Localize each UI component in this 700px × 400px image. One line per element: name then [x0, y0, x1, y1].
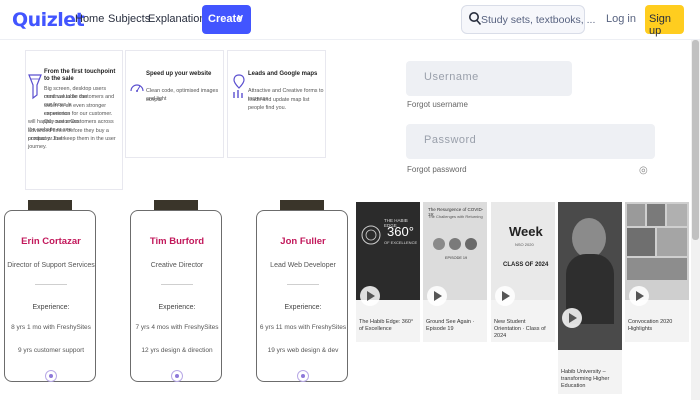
team-card: Tim Burford Creative Director Experience…	[130, 210, 222, 382]
divider	[161, 284, 193, 285]
thumb-caption: CLASS OF 2024	[503, 262, 549, 268]
experience-line: 9 yrs customer support	[17, 347, 85, 354]
team-card: Erin Cortazar Director of Support Servic…	[4, 210, 96, 382]
video-tile[interactable]: THE HABIB EDGE 360° OF EXCELLENCE The Ha…	[356, 202, 420, 342]
search-icon	[469, 12, 482, 26]
play-icon[interactable]	[360, 286, 380, 306]
play-icon[interactable]	[629, 286, 649, 306]
divider	[287, 284, 319, 285]
team-member-role: Director of Support Services	[7, 262, 95, 269]
experience-line: 19 yrs web design & dev	[267, 347, 339, 354]
quizlet-logo[interactable]: Quizlet	[12, 9, 85, 31]
video-title: Convocation 2020 Highlights	[628, 319, 673, 332]
video-title: Habib University – transforming Higher E…	[561, 369, 610, 389]
team-member-name: Jon Fuller	[280, 236, 326, 247]
thumb-caption: Week	[509, 224, 543, 239]
experience-label: Experience:	[158, 304, 196, 311]
experience-line: 7 yrs 4 mos with FreshySites	[135, 324, 219, 331]
collage-photo	[657, 228, 687, 256]
feature-card-touchpoint: From the first touchpoint to the sale Bi…	[25, 50, 123, 190]
video-tile[interactable]: Week NSO 2020 CLASS OF 2024 New Student …	[491, 202, 555, 342]
card-toggle-dot[interactable]	[297, 370, 309, 382]
video-tile[interactable]: Habib University – transforming Higher E…	[558, 202, 622, 394]
video-tile[interactable]: The Resurgence of COVID-19: The Challeng…	[423, 202, 487, 342]
feature-title: From the first touchpoint to the sale	[44, 69, 116, 82]
team-photo	[280, 200, 324, 210]
feature-title: Speed up your website	[146, 71, 212, 77]
experience-label: Experience:	[284, 304, 322, 311]
feature-title: Leads and Google maps	[248, 71, 318, 77]
top-navigation: Quizlet Home Subjects Explanations Creat…	[0, 0, 700, 40]
nav-home-link[interactable]: Home	[75, 13, 104, 25]
experience-line: 8 yrs 1 mo with FreshySites	[11, 324, 91, 331]
thumb-caption: NSO 2020	[515, 242, 534, 247]
video-title: Ground See Again · Episode 19	[426, 319, 475, 332]
collage-photo	[647, 204, 665, 226]
feature-text-line: company. Just keep them in the user jour…	[28, 136, 116, 151]
thumb-caption: 360°	[387, 224, 414, 239]
search-placeholder: Study sets, textbooks, ...	[481, 14, 596, 26]
experience-label: Experience:	[32, 304, 70, 311]
forgot-username-link[interactable]: Forgot username	[407, 100, 468, 109]
create-button[interactable]: Create ∨	[202, 5, 251, 34]
divider	[35, 284, 67, 285]
feature-card-leads: Leads and Google maps Attractive and Cre…	[227, 50, 326, 158]
password-placeholder: Password	[424, 134, 477, 146]
speaker-avatar	[433, 238, 445, 250]
thumb-caption: The Challenges with Returning	[428, 214, 483, 219]
play-icon[interactable]	[562, 308, 582, 328]
thumb-caption: OF EXCELLENCE	[384, 240, 418, 245]
feature-text-line: scripts	[146, 97, 162, 103]
username-input[interactable]: Username	[406, 61, 572, 96]
search-box[interactable]: Study sets, textbooks, ...	[461, 5, 595, 34]
scrollbar-thumb[interactable]	[692, 40, 699, 240]
video-thumbnail: The Resurgence of COVID-19: The Challeng…	[423, 202, 487, 306]
chevron-down-icon: ∨	[236, 13, 244, 24]
collage-photo	[667, 204, 687, 226]
team-member-name: Tim Burford	[149, 236, 205, 247]
thumb-caption: EPISODE 19	[445, 256, 468, 260]
team-card: Jon Fuller Lead Web Developer Experience…	[256, 210, 348, 382]
video-title: The Habib Edge: 360° of Excellence	[359, 319, 414, 332]
speaker-portrait	[572, 218, 606, 258]
map-pin-chart-icon	[233, 74, 245, 98]
collage-photo	[627, 228, 655, 256]
feature-card-speed: Speed up your website Clean code, optimi…	[125, 50, 224, 158]
video-title: New Student Orientation · Class of 2024	[494, 319, 546, 339]
speaker-avatar	[449, 238, 461, 250]
username-placeholder: Username	[424, 71, 479, 83]
team-member-name: Erin Cortazar	[21, 236, 81, 247]
password-input[interactable]: Password	[406, 124, 655, 159]
collage-photo	[627, 204, 645, 226]
team-member-role: Creative Director	[150, 262, 204, 269]
video-thumbnail: Week NSO 2020 CLASS OF 2024	[491, 202, 555, 306]
video-thumbnail: THE HABIB EDGE 360° OF EXCELLENCE	[356, 202, 420, 306]
speedometer-icon	[130, 84, 144, 92]
experience-line: 12 yrs design & direction	[141, 347, 213, 354]
show-password-icon[interactable]: ◎	[639, 165, 648, 176]
team-photo	[154, 200, 198, 210]
collage-photo	[627, 258, 687, 280]
card-toggle-dot[interactable]	[45, 370, 57, 382]
feature-text-line: leads and update map list people find yo…	[248, 97, 310, 112]
team-member-role: Lead Web Developer	[270, 262, 336, 269]
video-thumbnail	[625, 202, 689, 306]
video-thumbnail	[558, 202, 622, 350]
funnel-icon	[28, 74, 42, 100]
experience-line: 6 yrs 11 mos with FreshySites	[259, 324, 347, 331]
signup-button[interactable]: Sign up	[645, 5, 684, 37]
video-tile[interactable]: Convocation 2020 Highlights	[625, 202, 689, 342]
seal-icon	[361, 225, 381, 245]
forgot-password-link[interactable]: Forgot password	[407, 165, 467, 174]
login-button[interactable]: Log in	[606, 13, 636, 25]
speaker-avatar	[465, 238, 477, 250]
nav-subjects-link[interactable]: Subjects	[108, 13, 150, 25]
team-photo	[28, 200, 72, 210]
play-icon[interactable]	[495, 286, 515, 306]
play-icon[interactable]	[427, 286, 447, 306]
card-toggle-dot[interactable]	[171, 370, 183, 382]
